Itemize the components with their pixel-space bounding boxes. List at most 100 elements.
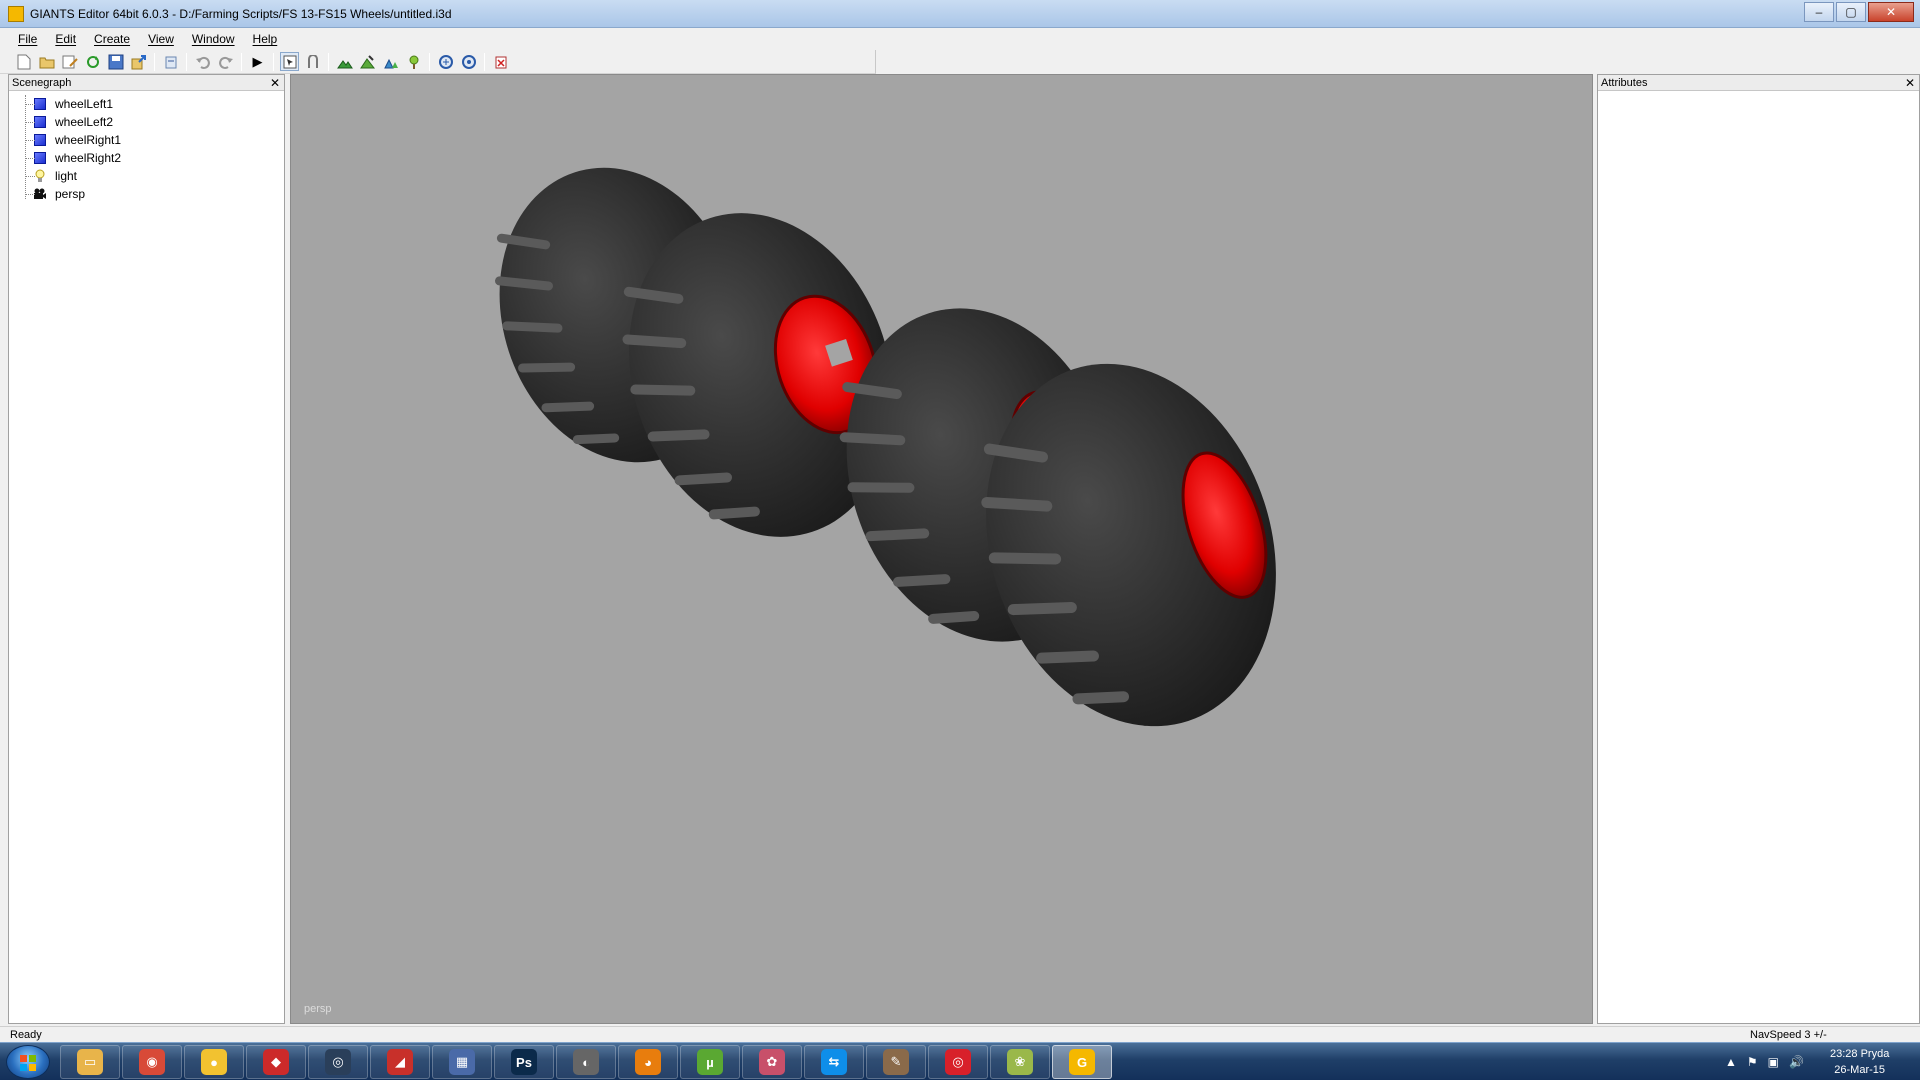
tree-node-light[interactable]: light [9, 167, 284, 185]
title-bar: GIANTS Editor 64bit 6.0.3 - D:/Farming S… [0, 0, 1920, 28]
settings-sync-icon[interactable] [459, 52, 478, 71]
play-icon[interactable]: ▶ [248, 52, 267, 71]
clock-time: 23:28 Pryda [1830, 1048, 1890, 1060]
tree-node-wheelleft2[interactable]: wheelLeft2 [9, 113, 284, 131]
windows-taskbar: ▭ ◉ ● ◆ ◎ ◢ ▦ Ps ◐ ◕ µ ✿ ⇆ ✎ ◎ ❀ G ▲ ⚑ ▣ 🔊 23:28 Pryda 2… [0, 1042, 1920, 1080]
attributes-header: Attributes ✕ [1598, 75, 1919, 91]
tree-node-label: persp [55, 187, 86, 201]
new-file-icon[interactable] [14, 52, 33, 71]
network-icon[interactable]: ▣ [1768, 1055, 1779, 1069]
cube-icon [33, 151, 47, 165]
status-bar: Ready NavSpeed 3 +/- [0, 1026, 1920, 1042]
tree-node-wheelleft1[interactable]: wheelLeft1 [9, 95, 284, 113]
giants-app-icon [8, 6, 24, 22]
toolbar-separator [273, 52, 274, 71]
undo-icon[interactable] [193, 52, 212, 71]
tree-node-label: wheelRight1 [55, 133, 122, 147]
minimize-button[interactable]: – [1804, 2, 1834, 22]
action-center-flag-icon[interactable]: ⚑ [1747, 1055, 1758, 1069]
scenegraph-title: Scenegraph [12, 77, 72, 89]
terrain-paint-icon[interactable] [335, 52, 354, 71]
taskbar-app-app-tool[interactable]: ✎ [866, 1045, 926, 1079]
edit-icon[interactable] [60, 52, 79, 71]
tree-node-label: wheelLeft1 [55, 97, 114, 111]
terrain-sculpt-icon[interactable] [358, 52, 377, 71]
attributes-close-icon[interactable]: ✕ [1905, 75, 1915, 91]
taskbar-app-blender[interactable]: ◕ [618, 1045, 678, 1079]
nav-speed-text: NavSpeed 3 +/- [1750, 1029, 1827, 1041]
taskbar-app-app-target[interactable]: ◎ [928, 1045, 988, 1079]
tree-node-wheelright2[interactable]: wheelRight2 [9, 149, 284, 167]
camera-icon [33, 187, 47, 201]
tree-node-wheelright1[interactable]: wheelRight1 [9, 131, 284, 149]
menu-create[interactable]: Create [86, 29, 138, 49]
taskbar-app-sketchup[interactable]: ◢ [370, 1045, 430, 1079]
export-icon[interactable] [129, 52, 148, 71]
scenegraph-panel: Scenegraph ✕ wheelLeft1 wheelLeft2 wheel… [8, 74, 285, 1024]
viewport-camera-label: persp [304, 1003, 332, 1015]
toolbar-separator [429, 52, 430, 71]
volume-icon[interactable]: 🔊 [1789, 1055, 1804, 1069]
foliage-erase-icon[interactable] [404, 52, 423, 71]
menu-file[interactable]: File [10, 29, 45, 49]
taskbar-app-media-player[interactable]: ● [184, 1045, 244, 1079]
taskbar-app-chrome[interactable]: ◉ [122, 1045, 182, 1079]
window-controls: – ▢ ✕ [1804, 2, 1914, 22]
3d-viewport[interactable]: persp [290, 74, 1593, 1024]
app-red-icon: ◆ [263, 1049, 289, 1075]
menu-window[interactable]: Window [184, 29, 243, 49]
close-button[interactable]: ✕ [1868, 2, 1914, 22]
toolbar-separator [241, 52, 242, 71]
paint-icon: ▦ [449, 1049, 475, 1075]
taskbar-app-explorer[interactable]: ▭ [60, 1045, 120, 1079]
attributes-title: Attributes [1601, 77, 1648, 89]
scenegraph-close-icon[interactable]: ✕ [270, 75, 280, 91]
move-mode-icon[interactable] [303, 52, 322, 71]
revert-icon[interactable] [161, 52, 180, 71]
sketchup-icon: ◢ [387, 1049, 413, 1075]
taskbar-app-app-pink[interactable]: ✿ [742, 1045, 802, 1079]
taskbar-app-app-fruit[interactable]: ❀ [990, 1045, 1050, 1079]
toolbar-separator [328, 52, 329, 71]
tree-node-persp[interactable]: persp [9, 185, 284, 203]
tree-node-label: wheelRight2 [55, 151, 122, 165]
taskbar-app-giants-editor[interactable]: G [1052, 1045, 1112, 1079]
save-icon[interactable] [106, 52, 125, 71]
system-tray: ▲ ⚑ ▣ 🔊 [1725, 1045, 1804, 1079]
tray-expand-icon[interactable]: ▲ [1725, 1055, 1737, 1069]
select-mode-icon[interactable] [280, 52, 299, 71]
cube-icon [33, 115, 47, 129]
taskbar-app-app-red[interactable]: ◆ [246, 1045, 306, 1079]
redo-icon[interactable] [216, 52, 235, 71]
refresh-icon[interactable] [83, 52, 102, 71]
taskbar-app-utorrent[interactable]: µ [680, 1045, 740, 1079]
maximize-button[interactable]: ▢ [1836, 2, 1866, 22]
wheels-render [495, 167, 1276, 727]
window-title: GIANTS Editor 64bit 6.0.3 - D:/Farming S… [30, 7, 452, 21]
tree-node-label: wheelLeft2 [55, 115, 114, 129]
menu-help[interactable]: Help [245, 29, 286, 49]
clock-date: 26-Mar-15 [1834, 1064, 1886, 1076]
menu-edit[interactable]: Edit [47, 29, 84, 49]
taskbar-app-photoshop[interactable]: Ps [494, 1045, 554, 1079]
steam-icon: ◎ [325, 1049, 351, 1075]
start-button[interactable] [6, 1045, 50, 1079]
cube-icon [33, 133, 47, 147]
taskbar-app-teamviewer[interactable]: ⇆ [804, 1045, 864, 1079]
taskbar-app-paint[interactable]: ▦ [432, 1045, 492, 1079]
toolbar-separator [186, 52, 187, 71]
status-text: Ready [10, 1029, 42, 1041]
sync-icon[interactable] [436, 52, 455, 71]
app-target-icon: ◎ [945, 1049, 971, 1075]
delete-icon[interactable] [491, 52, 510, 71]
explorer-icon: ▭ [77, 1049, 103, 1075]
open-file-icon[interactable] [37, 52, 56, 71]
menu-view[interactable]: View [140, 29, 182, 49]
taskbar-app-app-gray[interactable]: ◐ [556, 1045, 616, 1079]
utorrent-icon: µ [697, 1049, 723, 1075]
app-fruit-icon: ❀ [1007, 1049, 1033, 1075]
foliage-paint-icon[interactable] [381, 52, 400, 71]
taskbar-clock[interactable]: 23:28 Pryda 26-Mar-15 [1830, 1046, 1889, 1078]
taskbar-app-steam[interactable]: ◎ [308, 1045, 368, 1079]
blender-icon: ◕ [635, 1049, 661, 1075]
